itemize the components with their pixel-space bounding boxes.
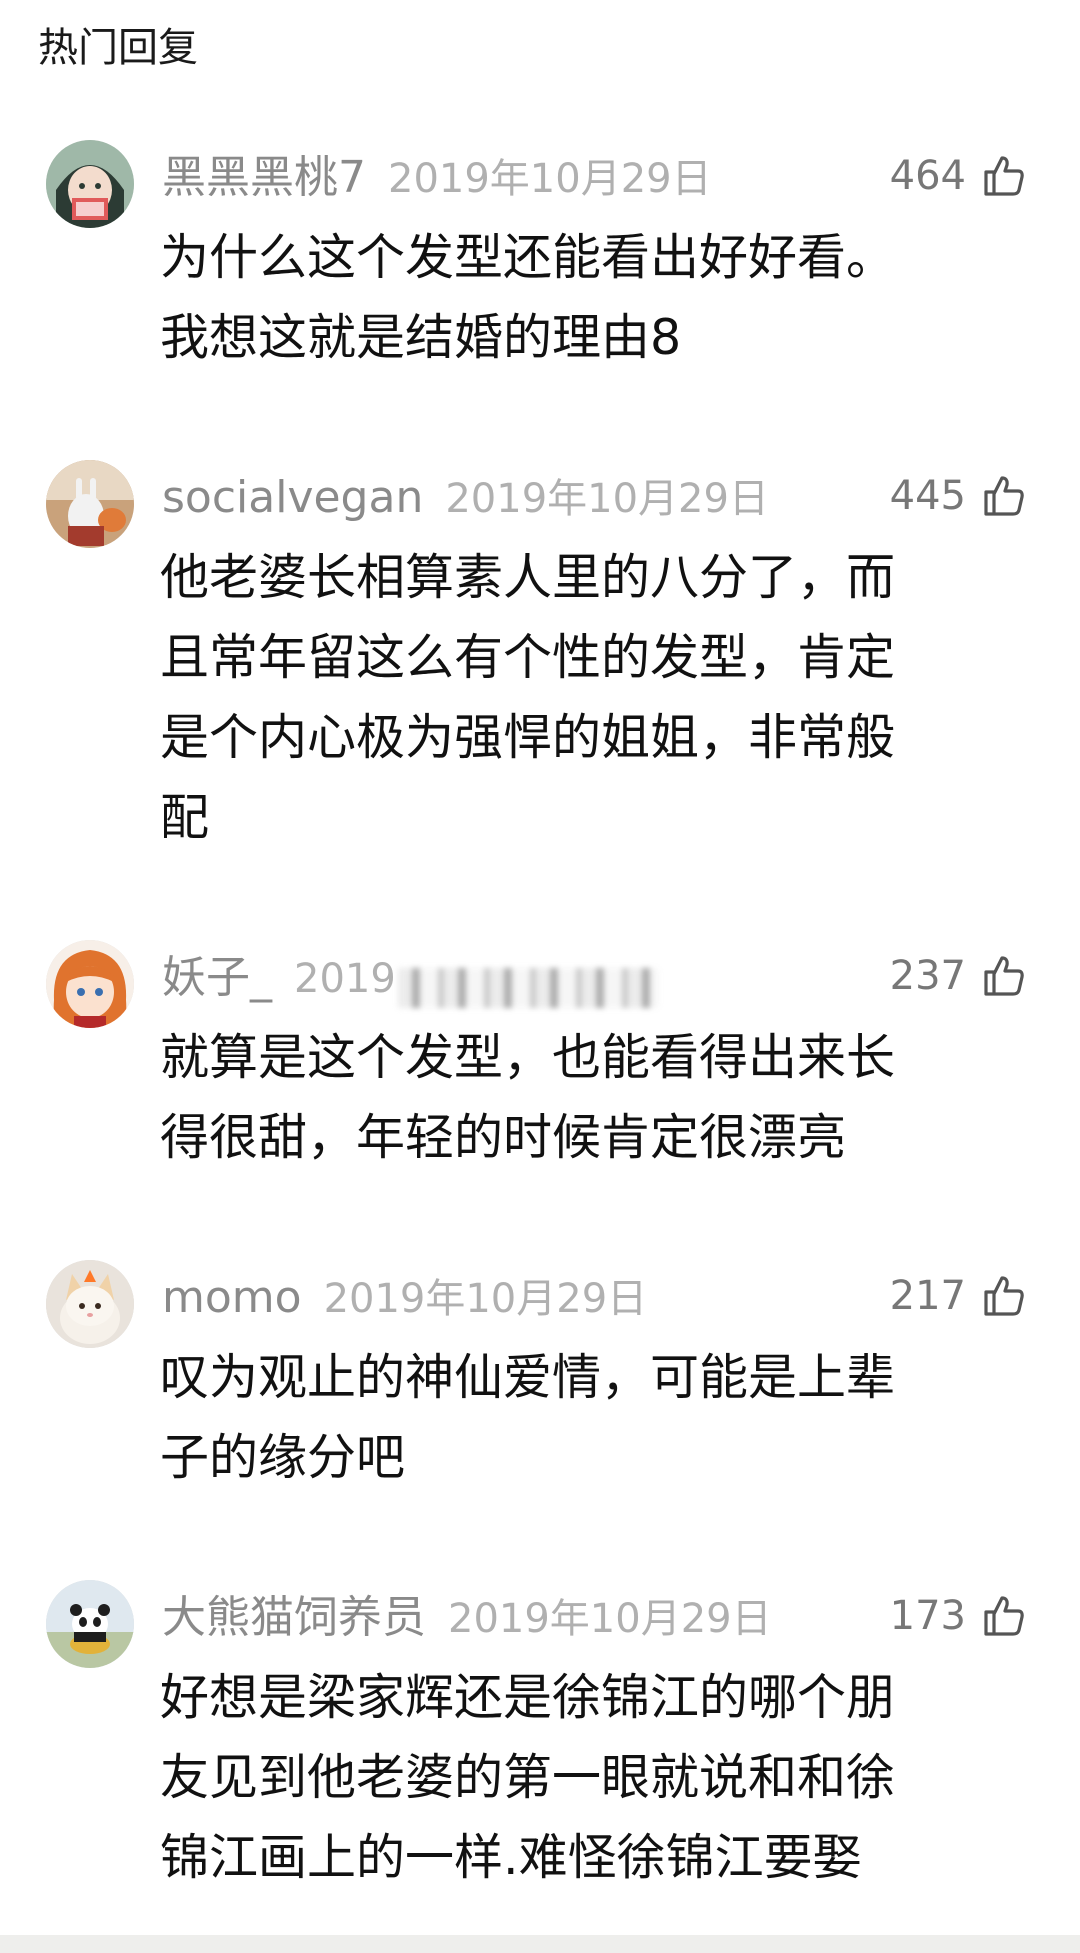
- avatar[interactable]: [46, 1260, 134, 1348]
- thumb-up-icon[interactable]: [980, 1592, 1028, 1640]
- comment-date: 2019年10月29日: [445, 476, 769, 522]
- avatar[interactable]: [46, 460, 134, 548]
- like-button[interactable]: 237: [890, 946, 1028, 1006]
- username[interactable]: momo: [162, 1272, 302, 1323]
- avatar[interactable]: [46, 940, 134, 1028]
- comment-text: 就算是这个发型，也能看得出来长 得很甜，年轻的时候肯定很漂亮: [160, 1018, 1020, 1178]
- comment-line: 配: [160, 789, 210, 846]
- comment-line: 锦江画上的一样.难怪徐锦江要娶: [160, 1829, 862, 1886]
- comment-line: 是个内心极为强悍的姐姐，非常般: [160, 709, 896, 766]
- like-count: 237: [889, 953, 966, 999]
- like-count: 464: [889, 153, 966, 199]
- comment-date: 2019年10月29日: [388, 156, 712, 202]
- like-count: 173: [889, 1593, 966, 1639]
- like-button[interactable]: 217: [890, 1266, 1028, 1326]
- like-count: 217: [889, 1273, 966, 1319]
- username[interactable]: socialvegan: [162, 472, 423, 523]
- like-count: 445: [889, 473, 966, 519]
- comment-text: 叹为观止的神仙爱情，可能是上辈 子的缘分吧: [160, 1338, 1020, 1498]
- comment-meta: socialvegan 2019年10月29日: [162, 470, 769, 526]
- avatar[interactable]: [46, 1580, 134, 1668]
- comment-meta: 大熊猫饲养员 2019年10月29日: [162, 1590, 772, 1646]
- comment-line: 为什么这个发型还能看出好好看。: [160, 229, 896, 286]
- comment-line: 得很甜，年轻的时候肯定很漂亮: [160, 1109, 847, 1166]
- section-title: 热门回复: [38, 25, 198, 71]
- comment-text: 好想是梁家辉还是徐锦江的哪个朋 友见到他老婆的第一眼就说和和徐 锦江画上的一样.…: [160, 1658, 1020, 1898]
- comment-line: 叹为观止的神仙爱情，可能是上辈: [160, 1349, 896, 1406]
- comment-line: 他老婆长相算素人里的八分了，而: [160, 549, 896, 606]
- avatar[interactable]: [46, 140, 134, 228]
- comment-line: 子的缘分吧: [160, 1429, 406, 1486]
- comment-line: 好想是梁家辉还是徐锦江的哪个朋: [160, 1669, 896, 1726]
- comment-line: 友见到他老婆的第一眼就说和和徐: [160, 1749, 896, 1806]
- comment-line: 就算是这个发型，也能看得出来长: [160, 1029, 896, 1086]
- redacted-blur: [397, 967, 658, 1008]
- username[interactable]: 黑黑黑桃7: [162, 152, 366, 203]
- thumb-up-icon[interactable]: [980, 152, 1028, 200]
- comment-text: 为什么这个发型还能看出好好看。 我想这就是结婚的理由8: [160, 218, 1020, 378]
- comment-meta: 黑黑黑桃7 2019年10月29日: [162, 150, 712, 206]
- like-button[interactable]: 173: [890, 1586, 1028, 1646]
- comment-date: 2019年10月29日: [323, 1276, 648, 1322]
- bottom-divider: [0, 1935, 1080, 1953]
- username[interactable]: 妖子_: [162, 952, 272, 1003]
- thumb-up-icon[interactable]: [980, 1272, 1028, 1320]
- comment-text: 他老婆长相算素人里的八分了，而 且常年留这么有个性的发型，肯定 是个内心极为强悍…: [160, 538, 1020, 858]
- username[interactable]: 大熊猫饲养员: [162, 1592, 426, 1643]
- thumb-up-icon[interactable]: [980, 952, 1028, 1000]
- comment-date: 2019: [294, 956, 396, 1002]
- comment-date: 2019年10月29日: [448, 1596, 772, 1642]
- thumb-up-icon[interactable]: [980, 472, 1028, 520]
- like-button[interactable]: 464: [890, 146, 1028, 206]
- comment-line: 我想这就是结婚的理由8: [160, 309, 682, 366]
- like-button[interactable]: 445: [890, 466, 1028, 526]
- comment-line: 且常年留这么有个性的发型，肯定: [160, 629, 896, 686]
- comment-meta: momo 2019年10月29日: [162, 1270, 647, 1326]
- comment-meta: 妖子_ 2019: [162, 950, 658, 1008]
